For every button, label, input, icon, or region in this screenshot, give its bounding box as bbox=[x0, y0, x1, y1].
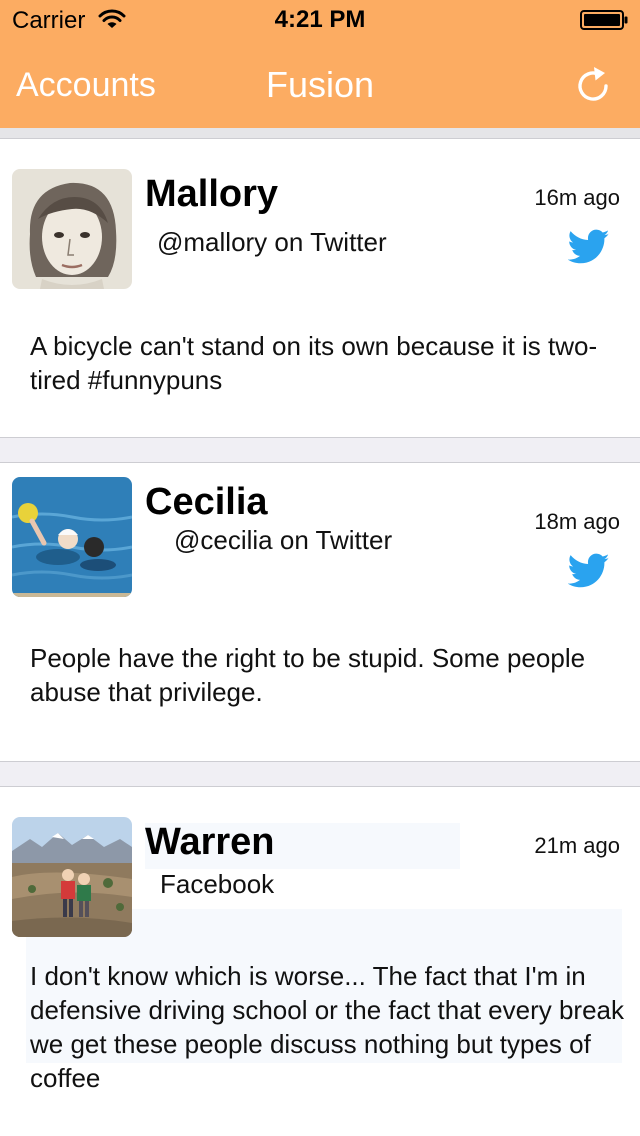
twitter-icon bbox=[568, 229, 610, 264]
post-author-name: Warren bbox=[145, 821, 275, 863]
accounts-button[interactable]: Accounts bbox=[16, 66, 156, 105]
status-time: 4:21 PM bbox=[274, 6, 366, 33]
post-timestamp: 18m ago bbox=[534, 509, 620, 534]
avatar-warren-image bbox=[12, 817, 132, 937]
post-timestamp: 16m ago bbox=[534, 185, 620, 210]
avatar[interactable] bbox=[12, 477, 132, 597]
post-body-text: I don't know which is worse... The fact … bbox=[30, 961, 624, 1093]
status-bar: Carrier 4:21 PM bbox=[0, 0, 640, 40]
post-author-handle: Facebook bbox=[160, 869, 275, 899]
post-author-name: Mallory bbox=[145, 173, 279, 215]
post-author-handle: @mallory on Twitter bbox=[157, 227, 387, 257]
app-screen: Carrier 4:21 PM Accounts Fusion Mallory … bbox=[0, 0, 640, 1136]
navigation-bar: Accounts Fusion bbox=[0, 40, 640, 128]
post-card-mallory[interactable]: Mallory @mallory on Twitter 16m ago A bi… bbox=[0, 138, 640, 438]
post-body-text: People have the right to be stupid. Some… bbox=[30, 643, 586, 707]
post-timestamp: 21m ago bbox=[534, 833, 620, 858]
battery-icon bbox=[580, 10, 628, 30]
post-card-cecilia[interactable]: Cecilia @cecilia on Twitter 18m ago Peop… bbox=[0, 462, 640, 762]
avatar[interactable] bbox=[12, 169, 132, 289]
twitter-icon bbox=[568, 553, 610, 588]
refresh-icon[interactable] bbox=[574, 64, 612, 104]
avatar-cecilia-image bbox=[12, 477, 132, 597]
post-author-handle: @cecilia on Twitter bbox=[174, 525, 393, 555]
post-card-warren[interactable]: Warren Facebook 21m ago I don't know whi… bbox=[0, 786, 640, 1136]
avatar-mallory-image bbox=[12, 169, 132, 289]
feed-list[interactable]: Mallory @mallory on Twitter 16m ago A bi… bbox=[0, 138, 640, 1136]
post-body-text: A bicycle can't stand on its own because… bbox=[30, 331, 598, 395]
post-author-name: Cecilia bbox=[145, 481, 268, 523]
avatar[interactable] bbox=[12, 817, 132, 937]
